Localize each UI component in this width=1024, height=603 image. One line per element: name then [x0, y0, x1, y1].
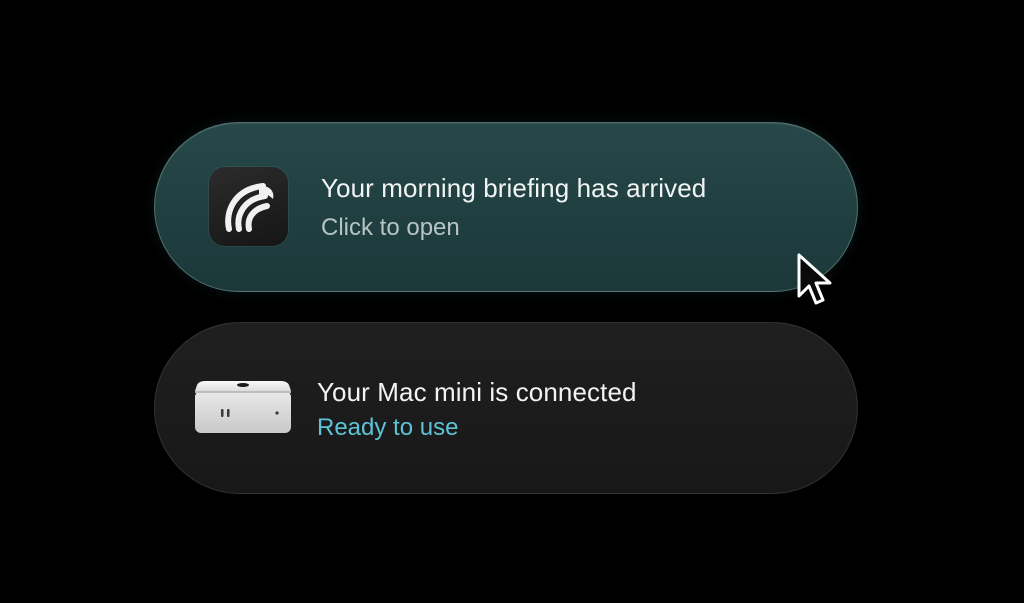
signal-waves-icon — [224, 182, 273, 232]
notification-title: Your Mac mini is connected — [317, 377, 637, 407]
notification-subtitle: Click to open — [321, 214, 460, 241]
briefing-app-icon — [209, 167, 288, 246]
notification-title: Your morning briefing has arrived — [321, 173, 707, 203]
mac-mini-icon — [195, 381, 291, 433]
screen: Your morning briefing has arrived Click … — [0, 0, 1024, 603]
notification-subtitle: Ready to use — [317, 414, 459, 441]
pointer-cursor-icon — [797, 253, 832, 305]
mac-mini-notification[interactable]: Your Mac mini is connected Ready to use — [154, 322, 858, 494]
morning-briefing-notification[interactable]: Your morning briefing has arrived Click … — [154, 122, 858, 292]
mac-mini-text: Your Mac mini is connected Ready to use — [317, 375, 637, 445]
briefing-text: Your morning briefing has arrived Click … — [321, 171, 706, 245]
